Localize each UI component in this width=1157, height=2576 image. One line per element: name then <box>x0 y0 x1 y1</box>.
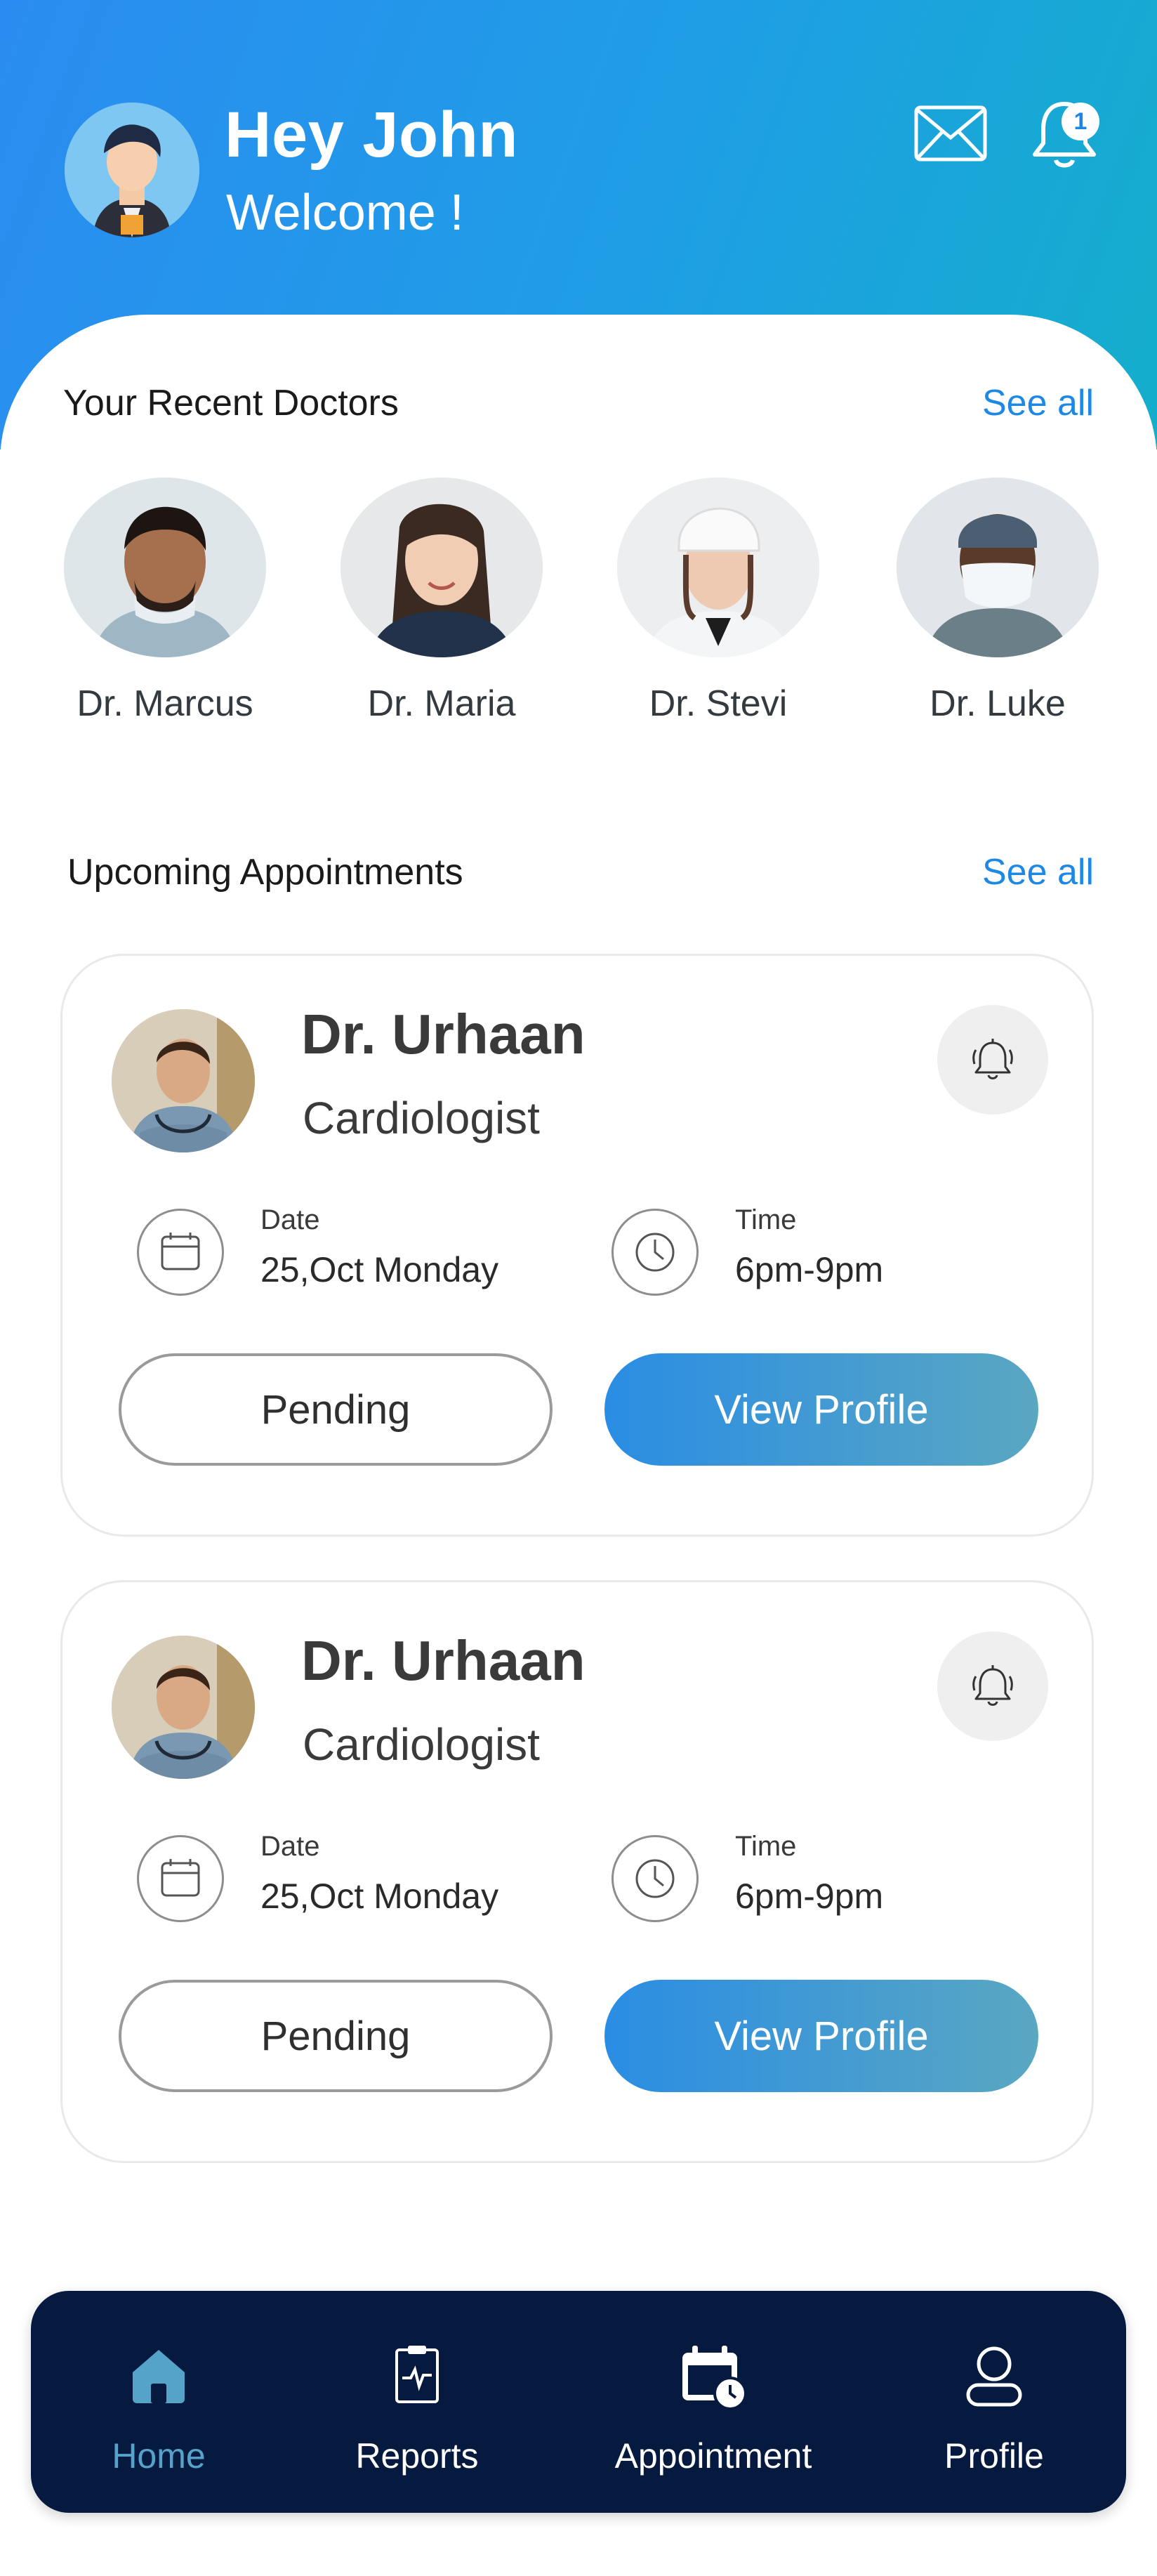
nav-label: Home <box>112 2436 206 2476</box>
view-profile-button[interactable]: View Profile <box>604 1980 1038 2092</box>
doctor-name: Dr. Stevi <box>649 683 788 724</box>
clock-icon <box>611 1835 699 1922</box>
appointment-doctor-name: Dr. Urhaan <box>301 1629 586 1692</box>
time-label: Time <box>735 1204 797 1235</box>
recent-doctor-stevi[interactable]: Dr. Stevi <box>602 478 834 725</box>
user-avatar[interactable] <box>65 103 199 237</box>
time-label: Time <box>735 1831 797 1862</box>
doctor-photo <box>617 478 819 657</box>
doctor-photo <box>897 478 1099 657</box>
notification-badge: 1 <box>1062 103 1099 140</box>
time-value: 6pm-9pm <box>735 1877 884 1916</box>
doctor-name: Dr. Maria <box>367 683 516 724</box>
nav-label: Appointment <box>614 2436 812 2476</box>
calendar-clock-icon <box>678 2344 748 2415</box>
appointment-card: Dr. Urhaan Cardiologist Date 25,Oct Mond… <box>60 954 1094 1537</box>
mail-icon[interactable] <box>914 105 987 162</box>
doctor-photo <box>64 478 266 657</box>
date-label: Date <box>260 1831 320 1862</box>
bottom-navigation: Home Reports Appointment Profile <box>31 2291 1126 2513</box>
pending-button[interactable]: Pending <box>119 1353 553 1466</box>
alarm-bell-icon <box>972 1039 1013 1079</box>
nav-home[interactable]: Home <box>74 2291 243 2513</box>
nav-profile[interactable]: Profile <box>910 2291 1078 2513</box>
date-label: Date <box>260 1204 320 1235</box>
recent-doctors-see-all[interactable]: See all <box>982 382 1094 424</box>
appointments-see-all[interactable]: See all <box>982 851 1094 893</box>
nav-appointment[interactable]: Appointment <box>587 2291 840 2513</box>
pending-button[interactable]: Pending <box>119 1980 553 2092</box>
appointments-title: Upcoming Appointments <box>67 852 463 893</box>
nav-label: Profile <box>944 2436 1044 2476</box>
nav-label: Reports <box>355 2436 479 2476</box>
view-profile-button[interactable]: View Profile <box>604 1353 1038 1466</box>
appointment-doctor-name: Dr. Urhaan <box>301 1003 586 1065</box>
clock-icon <box>611 1209 699 1296</box>
appointment-card: Dr. Urhaan Cardiologist Date 25,Oct Mond… <box>60 1580 1094 2163</box>
doctor-photo <box>112 1636 255 1779</box>
calendar-icon <box>137 1835 224 1922</box>
doctor-name: Dr. Luke <box>930 683 1066 724</box>
report-icon <box>392 2344 442 2408</box>
recent-doctor-maria[interactable]: Dr. Maria <box>326 478 557 725</box>
reminder-button[interactable] <box>937 1631 1048 1741</box>
calendar-icon <box>137 1209 224 1296</box>
doctor-name: Dr. Marcus <box>77 683 253 724</box>
date-value: 25,Oct Monday <box>260 1877 499 1916</box>
time-value: 6pm-9pm <box>735 1250 884 1289</box>
recent-doctor-marcus[interactable]: Dr. Marcus <box>49 478 281 725</box>
date-value: 25,Oct Monday <box>260 1250 499 1289</box>
appointment-doctor-specialty: Cardiologist <box>303 1093 540 1143</box>
alarm-bell-icon <box>972 1665 1013 1706</box>
nav-reports[interactable]: Reports <box>333 2291 501 2513</box>
recent-doctors-title: Your Recent Doctors <box>63 383 399 423</box>
greeting-title: Hey John <box>225 99 519 171</box>
doctor-photo <box>341 478 543 657</box>
user-icon <box>964 2344 1024 2411</box>
appointment-doctor-specialty: Cardiologist <box>303 1719 540 1770</box>
greeting-subtitle: Welcome ! <box>226 185 464 241</box>
doctor-photo <box>112 1009 255 1152</box>
reminder-button[interactable] <box>937 1005 1048 1115</box>
recent-doctor-luke[interactable]: Dr. Luke <box>882 478 1113 725</box>
home-icon <box>127 2344 190 2408</box>
